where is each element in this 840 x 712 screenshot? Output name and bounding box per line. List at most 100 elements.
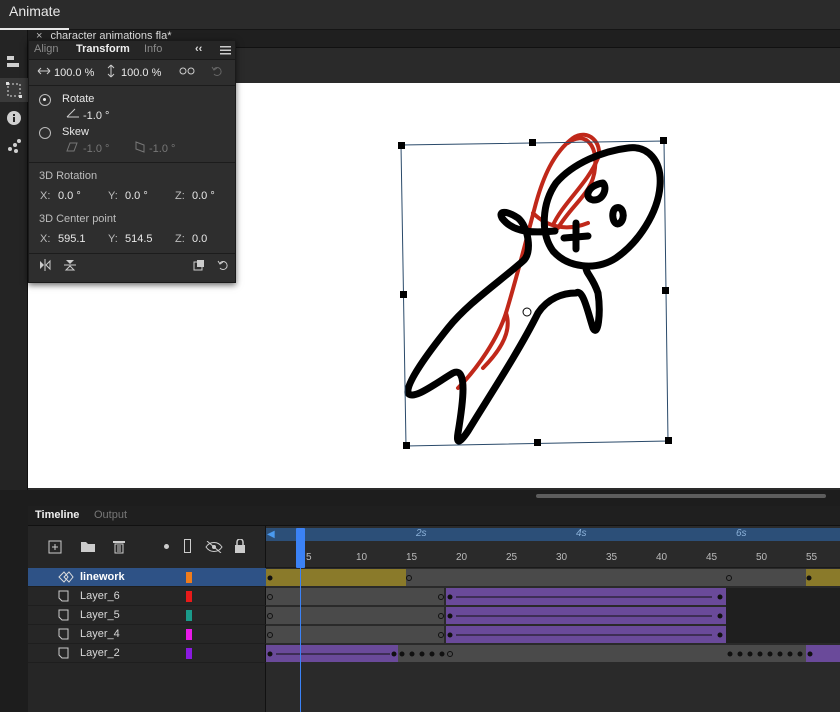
frame-number: 35 (606, 552, 618, 563)
black-linework-drawing (404, 144, 664, 445)
horizontal-scrollbar[interactable] (536, 494, 826, 498)
tab-output[interactable]: Output (94, 509, 127, 521)
swatches-panel-icon[interactable] (0, 134, 28, 158)
skew-vertical-value[interactable]: -1.0 ° (149, 143, 175, 155)
layer-name[interactable]: Layer_6 (80, 590, 120, 602)
width-scale-value[interactable]: 100.0 % (54, 67, 94, 79)
layer-icon (58, 609, 69, 621)
tool-strip (0, 30, 28, 490)
frame-number: 45 (706, 552, 718, 563)
rotation-y-value[interactable]: 0.0 ° (125, 190, 148, 202)
height-scale-icon (107, 64, 115, 81)
layer-color-swatch[interactable] (186, 610, 192, 621)
frame-number: 25 (506, 552, 518, 563)
tab-align[interactable]: Align (34, 43, 58, 55)
skew-radio[interactable] (39, 127, 51, 139)
duplicate-transform-icon[interactable] (193, 259, 205, 274)
skew-label: Skew (62, 126, 89, 138)
center-y-value[interactable]: 514.5 (125, 233, 153, 245)
seconds-label: 6s (736, 528, 747, 539)
frame-number: 15 (406, 552, 418, 563)
rotation-x-label: X: (40, 190, 51, 202)
divider (29, 85, 235, 86)
flip-vertical-icon[interactable] (64, 259, 76, 274)
constrain-link-icon[interactable] (179, 65, 195, 80)
center-y-label: Y: (108, 233, 118, 245)
rotation-3d-label: 3D Rotation (39, 170, 98, 182)
motion-tween-layer-icon (58, 571, 74, 583)
layer-name[interactable]: linework (80, 571, 125, 583)
rotation-z-label: Z: (175, 190, 185, 202)
frame-number: 30 (556, 552, 568, 563)
rotate-value[interactable]: -1.0 ° (83, 110, 109, 122)
layer-icon (58, 590, 69, 602)
tab-info[interactable]: Info (144, 43, 162, 55)
new-layer-icon[interactable] (48, 540, 62, 559)
layer-color-swatch[interactable] (186, 591, 192, 602)
height-scale-value[interactable]: 100.0 % (121, 67, 161, 79)
center-x-label: X: (40, 233, 51, 245)
rotation-y-label: Y: (108, 190, 118, 202)
transform-panel-icon[interactable] (0, 78, 28, 102)
layer-name[interactable]: Layer_4 (80, 628, 120, 640)
delete-icon[interactable] (112, 539, 126, 559)
reset-icon[interactable] (211, 65, 223, 80)
skew-vertical-icon (135, 141, 145, 156)
new-folder-icon[interactable] (80, 540, 96, 558)
transform-panel: Align Transform Info ‹‹ 100.0 % 100.0 % … (28, 40, 236, 283)
show-outline-dot-icon[interactable] (164, 544, 169, 549)
frame-number: 40 (656, 552, 668, 563)
rotate-radio[interactable] (39, 94, 51, 106)
layer-name[interactable]: Layer_5 (80, 609, 120, 621)
frame-number: 55 (806, 552, 818, 563)
center-z-value[interactable]: 0.0 (192, 233, 207, 245)
play-marker-icon: ◀ (267, 529, 275, 540)
frame-number: 10 (356, 552, 368, 563)
layer-icon (58, 647, 69, 659)
workspace-tab[interactable]: Animate (0, 0, 70, 30)
skew-horizontal-icon (66, 142, 78, 155)
info-panel-icon[interactable] (0, 106, 28, 130)
seconds-label: 4s (576, 528, 587, 539)
frame-number: 5 (306, 552, 312, 563)
collapse-icon[interactable]: ‹‹ (195, 43, 202, 55)
layer-row-layer6[interactable]: Layer_6 (28, 587, 266, 606)
red-sketch-drawing (456, 132, 601, 390)
remove-transform-icon[interactable] (217, 259, 229, 274)
tab-timeline[interactable]: Timeline (35, 509, 79, 521)
width-scale-icon (37, 66, 51, 79)
divider (29, 253, 235, 254)
seconds-label: 2s (416, 528, 427, 539)
tab-transform[interactable]: Transform (76, 43, 130, 55)
playhead-line[interactable] (300, 568, 301, 712)
rotation-x-value[interactable]: 0.0 ° (58, 190, 81, 202)
divider (29, 162, 235, 163)
timeline-tab-bar: Timeline Output (28, 506, 840, 526)
app-menu-bar: Animate (0, 0, 840, 30)
transform-bounding-box (398, 137, 672, 449)
skew-horizontal-value[interactable]: -1.0 ° (83, 143, 109, 155)
hide-eye-icon[interactable] (205, 540, 223, 558)
lock-icon[interactable] (234, 538, 246, 558)
seconds-bar: ◀ 2s 4s 6s (266, 528, 840, 541)
flip-horizontal-icon[interactable] (39, 259, 51, 274)
layer-icon (58, 628, 69, 640)
angle-icon (66, 108, 80, 121)
layer-row-linework[interactable]: linework (28, 568, 266, 587)
align-panel-icon[interactable] (0, 50, 28, 74)
layer-color-swatch[interactable] (186, 572, 192, 583)
layer-name[interactable]: Layer_2 (80, 647, 120, 659)
layer-row-layer5[interactable]: Layer_5 (28, 606, 266, 625)
frame-number: 50 (756, 552, 768, 563)
outline-icon[interactable] (184, 539, 191, 553)
rotation-z-value[interactable]: 0.0 ° (192, 190, 215, 202)
layer-row-layer4[interactable]: Layer_4 (28, 625, 266, 644)
layer-color-swatch[interactable] (186, 629, 192, 640)
playhead-handle[interactable] (296, 528, 305, 568)
center-x-value[interactable]: 595.1 (58, 233, 86, 245)
center-point-label: 3D Center point (39, 213, 117, 225)
layer-row-layer2[interactable]: Layer_2 (28, 644, 266, 663)
layer-color-swatch[interactable] (186, 648, 192, 659)
panel-menu-icon[interactable] (220, 45, 231, 58)
frame-tracks[interactable] (266, 568, 840, 664)
